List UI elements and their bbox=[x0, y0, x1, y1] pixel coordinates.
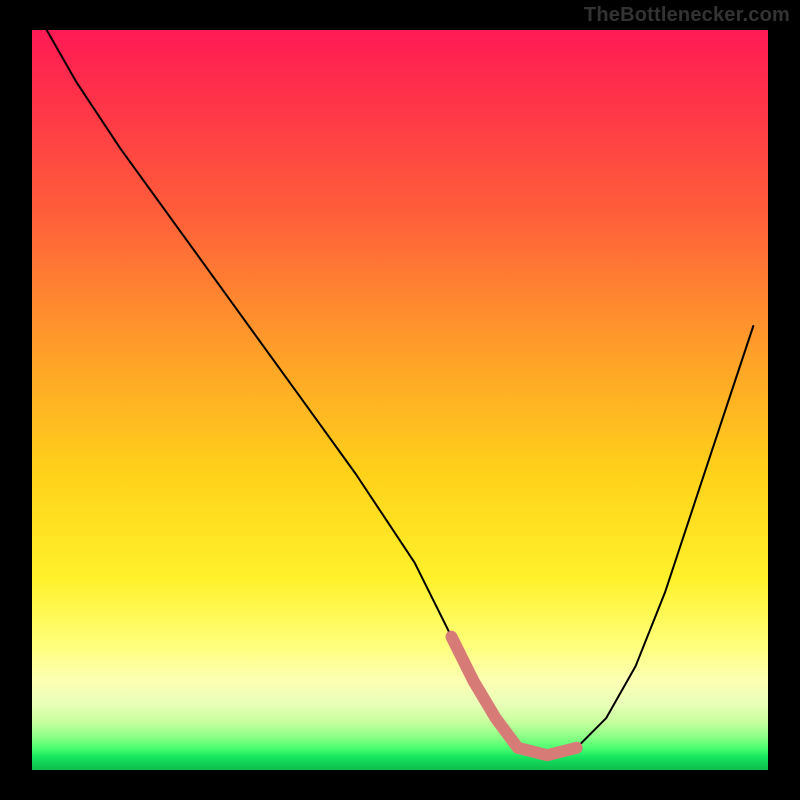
bottleneck-curve bbox=[47, 30, 754, 755]
chart-stage: TheBottlenecker.com bbox=[0, 0, 800, 800]
optimal-range-highlight bbox=[452, 637, 577, 755]
plot-area bbox=[32, 30, 768, 770]
watermark-label: TheBottlenecker.com bbox=[584, 4, 790, 27]
chart-overlay bbox=[32, 30, 768, 770]
